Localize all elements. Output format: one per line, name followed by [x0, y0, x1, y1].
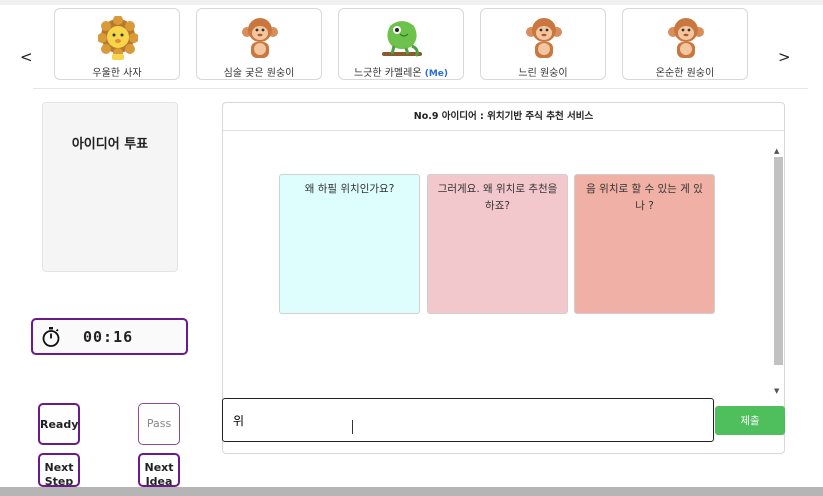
- next-step-button[interactable]: Next Step: [38, 453, 80, 487]
- prev-arrow-button[interactable]: <: [20, 48, 33, 66]
- participant-name: 느긋한 카멜레온: [353, 68, 422, 79]
- participant-card-lion: 우울한 사자: [54, 8, 180, 80]
- participant-name: 느린 원숭이: [518, 68, 568, 79]
- next-idea-button[interactable]: Next Idea: [138, 453, 180, 487]
- top-strip: [0, 0, 823, 5]
- participant-card-monkey-3: 온순한 원숭이: [622, 8, 748, 80]
- note-text: 음 위치로 할 수 있는 게 있나 ?: [586, 183, 703, 212]
- participant-card-monkey-2: 느린 원숭이: [480, 8, 606, 80]
- sticky-note[interactable]: 음 위치로 할 수 있는 게 있나 ?: [574, 174, 715, 314]
- participant-card-chameleon: 느긋한 카멜레온 (Me): [338, 8, 464, 80]
- participant-name: 온순한 원숭이: [655, 68, 715, 79]
- text-cursor-icon: [352, 420, 353, 434]
- vote-title: 아이디어 투표: [71, 137, 149, 152]
- monkey-icon: [526, 18, 562, 58]
- ready-button[interactable]: Ready: [38, 403, 80, 445]
- idea-vote-box[interactable]: 아이디어 투표: [42, 102, 178, 272]
- stopwatch-icon: [42, 327, 60, 347]
- pass-button[interactable]: Pass: [138, 403, 180, 445]
- participant-card-monkey-1: 심술 궂은 원숭이: [196, 8, 322, 80]
- horizontal-scrollbar[interactable]: [0, 487, 823, 496]
- timer-value: 00:16: [83, 328, 134, 346]
- timer: 00:16: [31, 318, 188, 355]
- monkey-icon: [242, 18, 278, 58]
- lion-icon: [98, 16, 138, 60]
- scroll-thumb[interactable]: [774, 157, 783, 365]
- sticky-note[interactable]: 그러게요. 왜 위치로 추천을 하죠?: [427, 174, 568, 314]
- participant-name: 우울한 사자: [92, 68, 142, 79]
- note-text: 왜 하필 위치인가요?: [304, 183, 395, 195]
- header-divider: [33, 88, 808, 89]
- idea-title: No.9 아이디어 : 위치기반 주식 추천 서비스: [223, 103, 784, 131]
- notes-scrollbar[interactable]: ▲ ▼: [772, 147, 784, 397]
- participant-name: 심술 궂은 원숭이: [223, 68, 295, 79]
- sticky-note[interactable]: 왜 하필 위치인가요?: [279, 174, 420, 314]
- chameleon-icon: [382, 21, 422, 57]
- submit-button[interactable]: 제출: [715, 406, 785, 435]
- me-badge: (Me): [424, 69, 449, 79]
- scroll-down-arrow-icon[interactable]: ▼: [774, 387, 779, 395]
- participant-name-me: 느긋한 카멜레온 (Me): [339, 64, 463, 79]
- next-arrow-button[interactable]: >: [778, 48, 791, 66]
- scroll-up-arrow-icon[interactable]: ▲: [774, 147, 779, 155]
- idea-input[interactable]: [222, 398, 714, 442]
- monkey-icon: [668, 18, 704, 58]
- note-text: 그러게요. 왜 위치로 추천을 하죠?: [437, 183, 558, 212]
